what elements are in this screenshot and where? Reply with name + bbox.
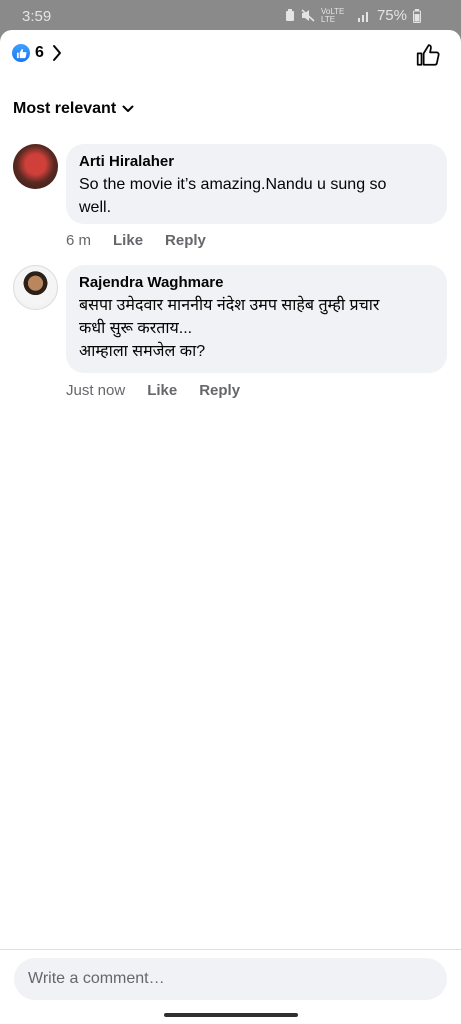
- comment-text: बसपा उमेदवार माननीय नंदेश उमप साहेब तुम्…: [79, 297, 380, 360]
- reaction-summary[interactable]: 6: [12, 44, 62, 62]
- battery-saver-icon: [285, 9, 294, 21]
- comments-sheet: 6 Most relevant Arti Hiralaher So the mo…: [0, 30, 461, 1024]
- comment-actions: 6 m Like Reply: [66, 232, 228, 249]
- like-link[interactable]: Like: [113, 232, 143, 249]
- chevron-down-icon: [122, 105, 134, 112]
- status-time: 3:59: [22, 8, 52, 25]
- comment-time: 6 m: [66, 232, 92, 249]
- avatar[interactable]: [13, 144, 58, 189]
- like-link[interactable]: Like: [147, 382, 177, 399]
- comment-bubble[interactable]: Arti Hiralaher So the movie it’s amazing…: [66, 144, 447, 224]
- comment-input[interactable]: [14, 958, 447, 1000]
- mute-icon: [301, 9, 315, 22]
- comment-author[interactable]: Rajendra Waghmare: [79, 274, 434, 291]
- comment-bubble[interactable]: Rajendra Waghmare बसपा उमेदवार माननीय नं…: [66, 265, 447, 373]
- home-indicator[interactable]: [164, 1013, 298, 1017]
- status-icons: VoLTE LTE 75%: [285, 7, 421, 24]
- like-icon: [12, 44, 30, 62]
- battery-percent: 75%: [376, 7, 407, 24]
- network-label: VoLTE LTE: [320, 6, 345, 24]
- thumbs-up-icon[interactable]: [415, 42, 441, 68]
- comment-author[interactable]: Arti Hiralaher: [79, 153, 434, 170]
- comment-text: So the movie it’s amazing.Nandu u sung s…: [79, 176, 387, 216]
- sort-label: Most relevant: [13, 100, 117, 117]
- reaction-count: 6: [35, 44, 44, 61]
- status-bar: 3:59 VoLTE LTE 75%: [0, 0, 461, 30]
- signal-icon: [357, 11, 368, 22]
- comment-time: Just now: [66, 382, 126, 399]
- reply-link[interactable]: Reply: [165, 232, 206, 249]
- sort-dropdown[interactable]: Most relevant: [13, 100, 134, 118]
- avatar[interactable]: [13, 265, 58, 310]
- chevron-right-icon: [52, 45, 61, 61]
- reply-link[interactable]: Reply: [199, 382, 240, 399]
- composer-divider: [0, 949, 461, 950]
- battery-icon: [413, 8, 421, 23]
- comment-actions: Just now Like Reply: [66, 382, 262, 399]
